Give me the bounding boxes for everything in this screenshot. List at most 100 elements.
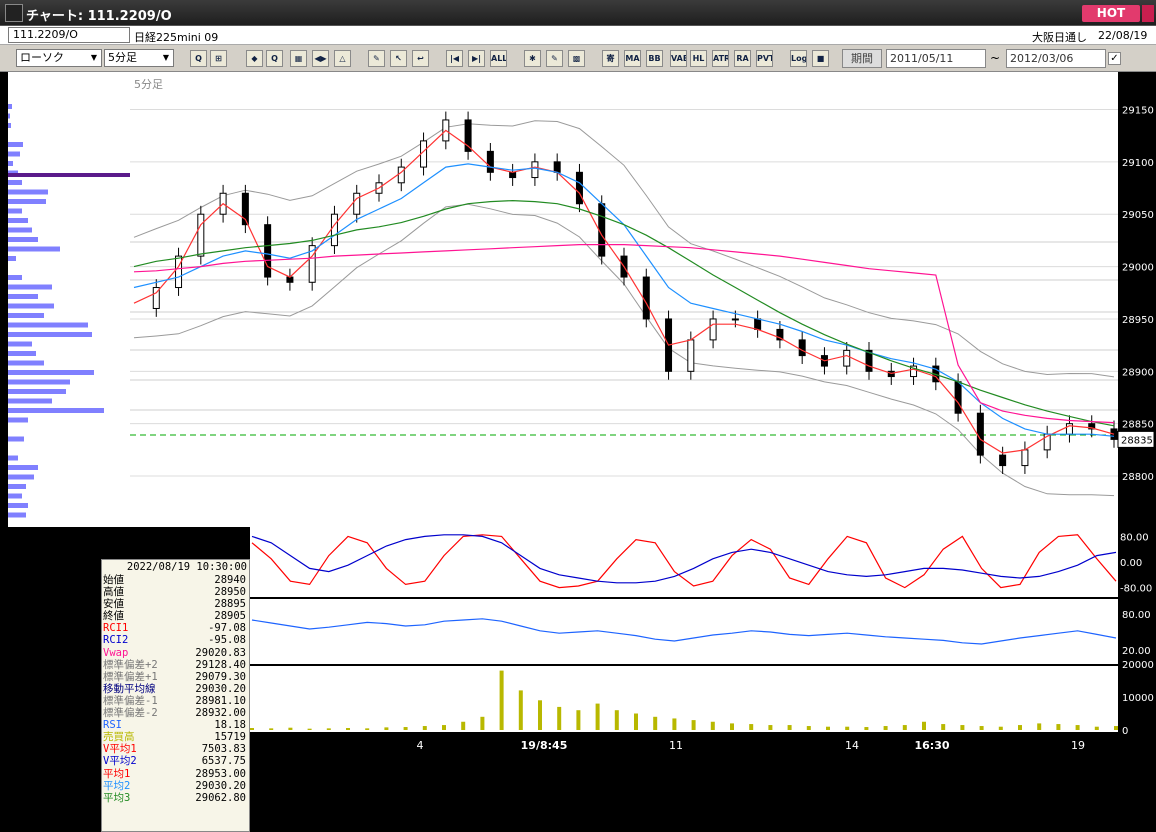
candle-body [843,349,851,367]
volume-bar [250,728,254,730]
rsi-tick-label: 20.00 [1122,646,1151,657]
info-row: RCI1 -97.08 [102,622,249,634]
volume-bar [403,727,408,730]
candle-body [553,161,561,173]
toolbar-button[interactable]: |◀ [446,50,463,67]
profile-bar [8,503,28,508]
info-value: 28932.00 [195,707,246,720]
x-tick-label: 11 [669,739,683,752]
profile-bar [8,332,92,337]
profile-bar [8,256,16,261]
info-value: 28950 [214,586,246,599]
info-label: 終値 [103,610,124,623]
toolbar-button[interactable]: ↩ [412,50,429,67]
profile-bar [8,398,52,404]
toolbar-button[interactable]: Q [190,50,207,67]
candle-body [575,171,583,205]
toolbar-button[interactable]: MA [624,50,641,67]
candle-body [353,192,361,215]
toolbar-button[interactable]: ✎ [546,50,563,67]
volume-bar [1018,725,1022,730]
info-value: 28905 [214,610,246,623]
candle-body [954,381,962,414]
profile-bar [8,218,28,223]
toolbar-button[interactable]: ■ [812,50,829,67]
chart-type-select[interactable]: ローソク ▼ [16,49,102,67]
volume-bar [614,710,619,730]
period-checkbox[interactable]: ✓ [1108,52,1121,65]
profile-bar [8,351,36,356]
profile-bar [8,189,48,195]
candle-body [687,339,695,372]
volume-bar [480,716,485,730]
profile-bar [8,484,26,489]
toolbar-button[interactable]: ✱ [524,50,541,67]
volume-bar [518,690,523,730]
candle-body [397,166,405,184]
info-row: RCI2 -95.08 [102,634,249,646]
volume-bar [634,713,638,730]
candle-body [197,213,205,257]
info-label: 高値 [103,586,124,599]
hot-button[interactable]: HOT [1082,5,1140,22]
toolbar-button[interactable]: PVT [756,50,773,67]
info-label: 平均2 [103,779,131,792]
app-icon [5,4,23,22]
symbol-input[interactable]: 111.2209/O [8,27,130,43]
toolbar-button[interactable]: Q [266,50,283,67]
toolbar-button[interactable]: △ [334,50,351,67]
volume-panel [250,666,1118,732]
toolbar-button[interactable]: ⊞ [210,50,227,67]
toolbar-button[interactable]: ALL [490,50,507,67]
volume-bar [595,703,600,730]
profile-bar [8,142,23,147]
info-row: 安値 28895 [102,598,249,610]
toolbar-button[interactable]: ▶| [468,50,485,67]
info-label: 平均3 [103,791,131,804]
toolbar-button[interactable]: ◀▶ [312,50,329,67]
info-row: 標準偏差+1 29079.30 [102,671,249,683]
candle-body [509,171,517,179]
profile-bar [8,237,38,242]
profile-bar [8,294,38,299]
date-from-field[interactable]: 2011/05/11 [886,49,986,68]
rci-panel [250,527,1118,597]
toolbar-button[interactable]: BB [646,50,663,67]
toolbar-button[interactable]: Log [790,50,807,67]
info-value: -95.08 [208,634,246,647]
profile-bar [8,303,54,309]
volume-bar [307,728,312,730]
toolbar-button[interactable]: 寄 [602,50,619,67]
chevron-down-icon: ▼ [162,53,170,62]
toolbar-button[interactable]: ✎ [368,50,385,67]
toolbar-button[interactable]: ◆ [246,50,263,67]
profile-bar [8,370,94,375]
toolbar-button[interactable]: RA [734,50,751,67]
toolbar-button[interactable]: ▩ [568,50,585,67]
close-button[interactable] [1142,5,1154,22]
toolbar-button[interactable]: ATR [712,50,729,67]
toolbar-button[interactable]: VAE [670,50,687,67]
info-label: 始値 [103,574,124,586]
info-label: 売買高 [103,731,135,744]
chart-type-value: ローソク [20,51,64,64]
chart-area[interactable]: 5分足 29150 29100 29050 29000 28950 28900 28850 28… [0,72,1156,832]
toolbar-button[interactable]: HL [690,50,707,67]
profile-bar [8,180,22,185]
profile-bar [8,465,38,470]
volume-bar [576,710,581,730]
toolbar-button[interactable]: ▦ [290,50,307,67]
interval-value: 5分足 [108,51,137,64]
date-to-field[interactable]: 2012/03/06 [1006,49,1106,68]
period-button[interactable]: 期間 [842,49,882,68]
volume-bar [922,721,926,730]
profile-bar [8,379,70,385]
info-label: RSI [103,719,122,732]
x-tick-label: 19 [1071,739,1085,752]
info-label: 標準偏差+2 [103,658,158,671]
interval-select[interactable]: 5分足 ▼ [104,49,174,67]
profile-bar [8,389,66,394]
toolbar-button[interactable]: ↖ [390,50,407,67]
info-value: 18.18 [214,719,246,732]
info-value: 29062.80 [195,791,246,804]
